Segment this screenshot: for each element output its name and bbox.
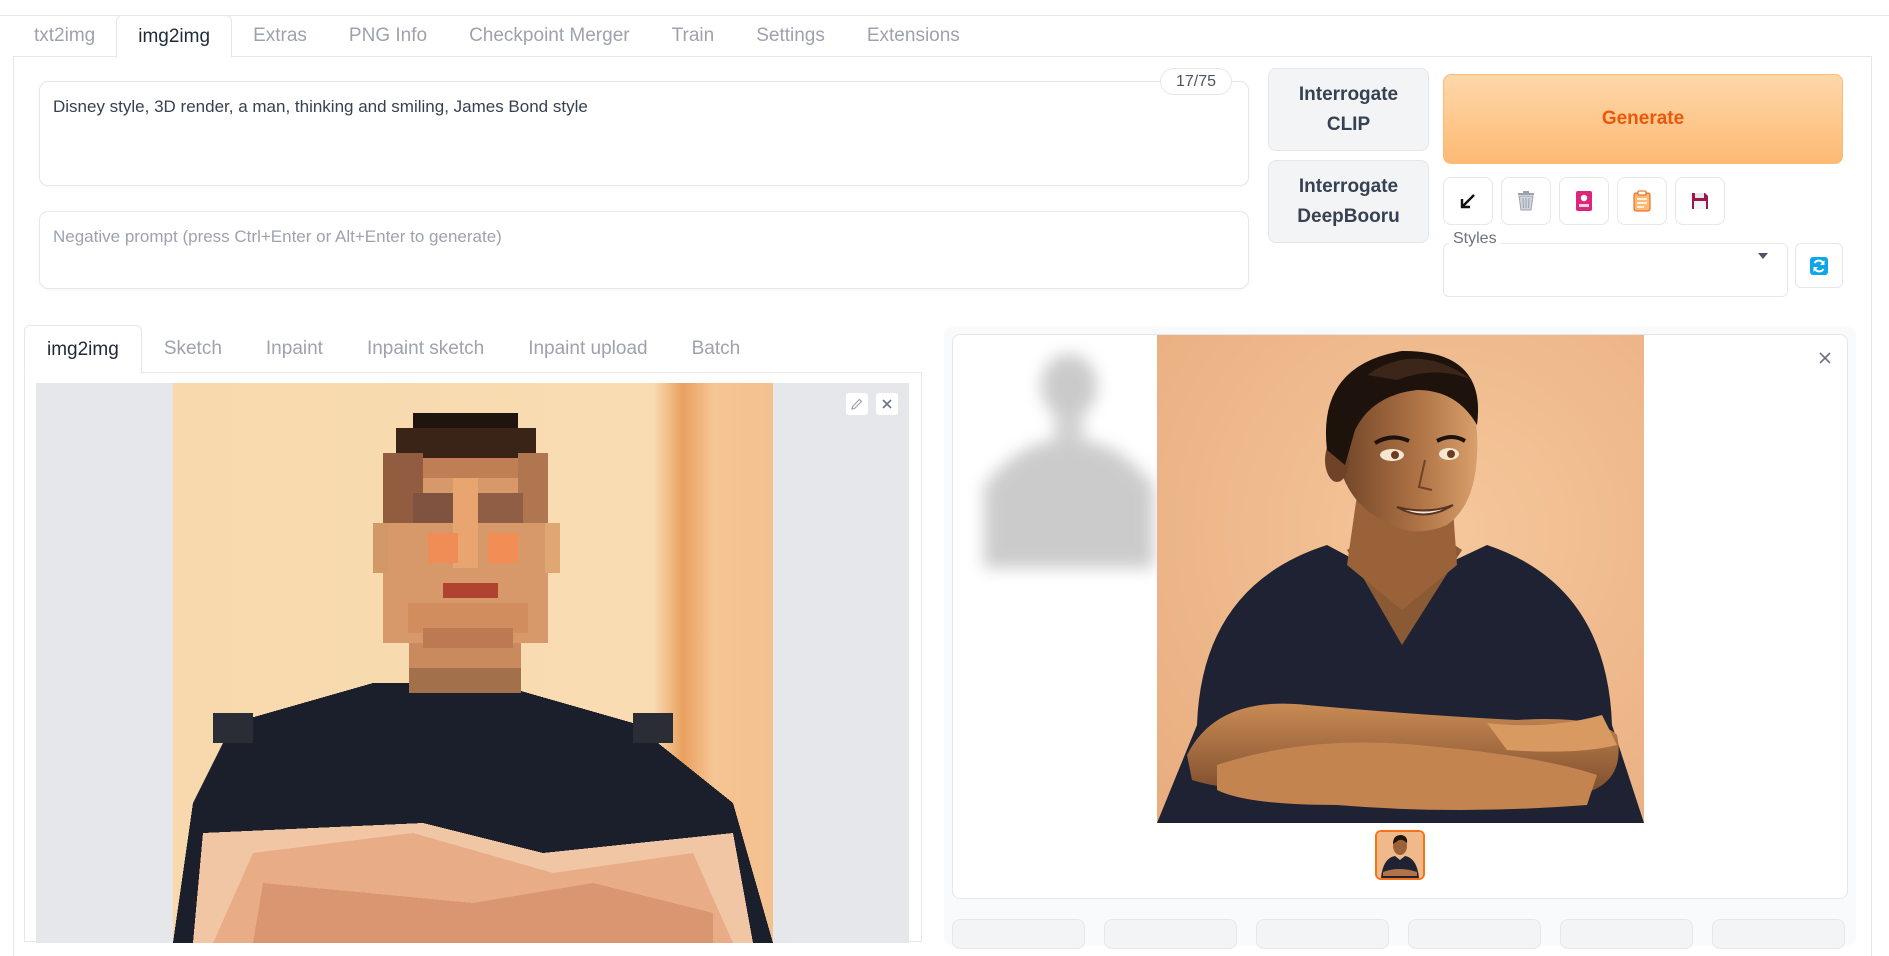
chevron-down-icon[interactable] — [1758, 253, 1768, 259]
close-icon — [1819, 352, 1831, 364]
arrow-down-left-icon — [1460, 194, 1475, 209]
styles-label: Styles — [1449, 230, 1501, 248]
trash-icon — [1518, 191, 1534, 211]
output-action-button[interactable] — [952, 919, 1085, 949]
negative-prompt-placeholder: Negative prompt (press Ctrl+Enter or Alt… — [53, 227, 502, 246]
clipboard-icon — [1633, 190, 1651, 212]
red-card-icon — [1576, 191, 1592, 211]
negative-prompt-input[interactable]: Negative prompt (press Ctrl+Enter or Alt… — [39, 211, 1249, 289]
generated-image[interactable] — [1157, 335, 1644, 823]
refresh-icon — [1810, 256, 1828, 275]
generate-button[interactable]: Generate — [1443, 74, 1843, 164]
subtab-img2img[interactable]: img2img — [24, 325, 142, 374]
previous-output-preview — [964, 336, 1164, 568]
close-output-button[interactable] — [1814, 347, 1836, 369]
img2img-mode-tabs: img2img Sketch Inpaint Inpaint sketch In… — [24, 325, 763, 374]
edit-image-button[interactable] — [845, 392, 869, 416]
tab-extensions[interactable]: Extensions — [846, 15, 981, 57]
tab-settings[interactable]: Settings — [735, 15, 846, 57]
save-style-button[interactable] — [1675, 177, 1725, 225]
apply-style-button[interactable] — [1617, 177, 1667, 225]
subtab-sketch[interactable]: Sketch — [142, 325, 244, 373]
tab-img2img[interactable]: img2img — [116, 15, 233, 58]
save-icon — [1692, 193, 1708, 209]
output-action-button[interactable] — [1560, 919, 1693, 949]
input-photo-pixelated — [173, 383, 773, 943]
output-action-button[interactable] — [1712, 919, 1845, 949]
output-action-button[interactable] — [1104, 919, 1237, 949]
clear-image-button[interactable] — [875, 392, 899, 416]
clear-prompt-button[interactable] — [1501, 177, 1551, 225]
tab-png-info[interactable]: PNG Info — [328, 15, 448, 57]
close-icon — [882, 399, 892, 409]
interrogate-clip-button[interactable]: Interrogate CLIP — [1268, 68, 1429, 151]
subtab-batch[interactable]: Batch — [670, 325, 763, 373]
tab-txt2img[interactable]: txt2img — [13, 15, 116, 57]
tab-extras[interactable]: Extras — [232, 15, 328, 57]
tab-train[interactable]: Train — [651, 15, 736, 57]
subtab-inpaint[interactable]: Inpaint — [244, 325, 345, 373]
pencil-icon — [851, 398, 863, 410]
output-action-button[interactable] — [1408, 919, 1541, 949]
output-action-button[interactable] — [1256, 919, 1389, 949]
gallery-thumbnail[interactable] — [1375, 830, 1425, 880]
interrogate-deepbooru-label: Interrogate DeepBooru — [1297, 175, 1400, 227]
subtab-inpaint-sketch[interactable]: Inpaint sketch — [345, 325, 506, 373]
tab-checkpoint-merger[interactable]: Checkpoint Merger — [448, 15, 651, 57]
main-tabs: txt2img img2img Extras PNG Info Checkpoi… — [13, 15, 981, 58]
interrogate-deepbooru-button[interactable]: Interrogate DeepBooru — [1268, 160, 1429, 243]
interrogate-clip-label: Interrogate CLIP — [1298, 83, 1399, 135]
arrow-down-left-button[interactable] — [1443, 177, 1493, 225]
token-counter: 17/75 — [1160, 68, 1232, 95]
prompt-text: Disney style, 3D render, a man, thinking… — [53, 97, 588, 116]
refresh-styles-button[interactable] — [1795, 243, 1843, 288]
prompt-input[interactable]: Disney style, 3D render, a man, thinking… — [39, 81, 1249, 186]
extra-networks-button[interactable] — [1559, 177, 1609, 225]
subtab-inpaint-upload[interactable]: Inpaint upload — [506, 325, 669, 373]
input-image-canvas[interactable] — [36, 383, 909, 943]
styles-dropdown[interactable] — [1443, 243, 1788, 297]
